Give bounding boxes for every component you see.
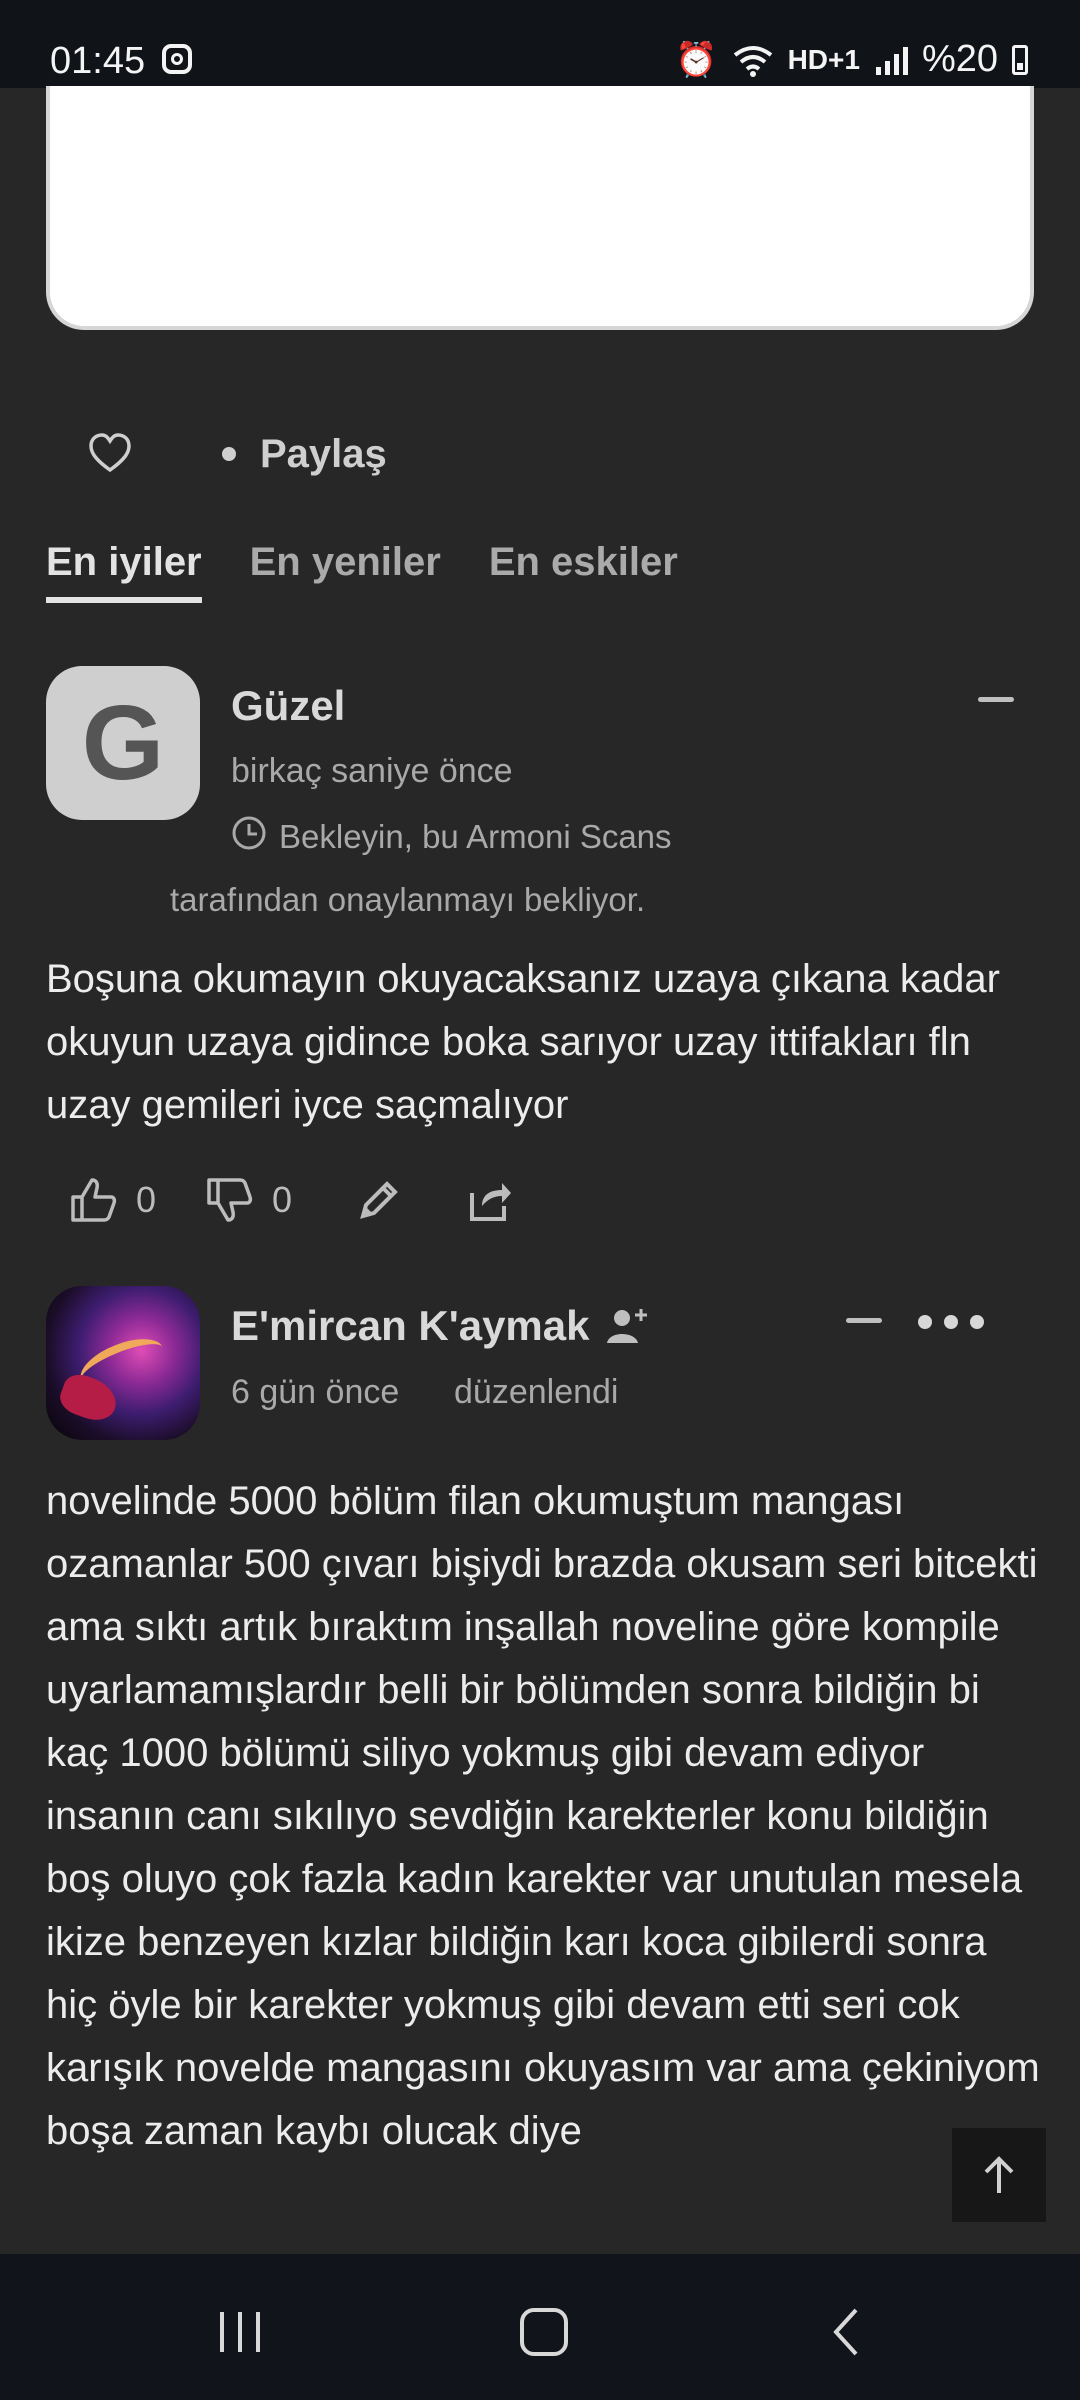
battery-percent: %20 — [921, 38, 998, 80]
collapse-comment-icon[interactable] — [978, 697, 1014, 702]
scroll-to-top-button[interactable] — [952, 2128, 1046, 2222]
share-button[interactable]: Paylaş — [260, 432, 387, 477]
like-heart-icon[interactable] — [88, 432, 132, 476]
comment-time: 6 gün önce — [231, 1373, 400, 1411]
pending-approval-line-2: tarafından onaylanmayı bekliyor. — [170, 881, 646, 918]
system-navigation-bar — [0, 2254, 1080, 2400]
avatar — [46, 1286, 200, 1440]
alarm-icon: ⏰ — [675, 40, 718, 79]
arrow-up-icon — [984, 2156, 1014, 2193]
home-icon[interactable] — [514, 2302, 574, 2362]
pending-approval-line-1: Bekleyin, bu Armoni Scans — [279, 818, 672, 855]
tab-best[interactable]: En iyiler — [46, 540, 202, 603]
comment-author[interactable]: Güzel — [231, 682, 345, 730]
thumbs-up-icon[interactable] — [68, 1175, 118, 1225]
edit-pencil-icon[interactable] — [354, 1175, 404, 1225]
separator-dot — [222, 447, 236, 461]
like-count: 0 — [136, 1179, 157, 1220]
content-card — [46, 86, 1034, 330]
comment-author[interactable]: E'mircan K'aymak — [231, 1302, 590, 1350]
reaction-actions: Paylaş — [88, 426, 387, 482]
avatar: G — [46, 666, 200, 820]
comment-time: birkaç saniye önce — [231, 752, 513, 790]
follow-user-icon[interactable] — [602, 1300, 654, 1352]
thumbs-down-icon[interactable] — [204, 1175, 254, 1225]
tab-newest[interactable]: En yeniler — [250, 540, 441, 603]
status-time: 01:45 — [50, 40, 146, 82]
network-type-label: HD+1 — [787, 43, 860, 75]
wifi-icon — [733, 45, 772, 77]
status-icons: ⏰ HD+1 %20 — [675, 38, 1028, 81]
more-options-icon[interactable] — [918, 1315, 984, 1329]
collapse-comment-icon[interactable] — [846, 1318, 882, 1323]
tab-oldest[interactable]: En eskiler — [489, 540, 678, 603]
battery-icon — [1012, 44, 1028, 75]
comment-text: novelinde 5000 bölüm filan okumuştum man… — [46, 1479, 1040, 2153]
clock-icon — [232, 816, 266, 850]
share-comment-icon[interactable] — [464, 1175, 514, 1225]
edited-label: düzenlendi — [454, 1373, 619, 1411]
status-bar: 01:45 ⏰ HD+1 %20 — [0, 0, 1080, 88]
instagram-icon — [162, 44, 192, 74]
back-icon[interactable] — [818, 2302, 878, 2362]
dislike-count: 0 — [272, 1179, 293, 1220]
comment-reactions: 0 0 — [68, 1172, 514, 1228]
comment-text: Boşuna okumayın okuyacaksanız uzaya çıka… — [46, 957, 1000, 1127]
recent-apps-icon[interactable] — [210, 2302, 270, 2362]
comment-sort-tabs: En iyiler En yeniler En eskiler — [46, 540, 678, 603]
signal-icon — [875, 46, 908, 75]
